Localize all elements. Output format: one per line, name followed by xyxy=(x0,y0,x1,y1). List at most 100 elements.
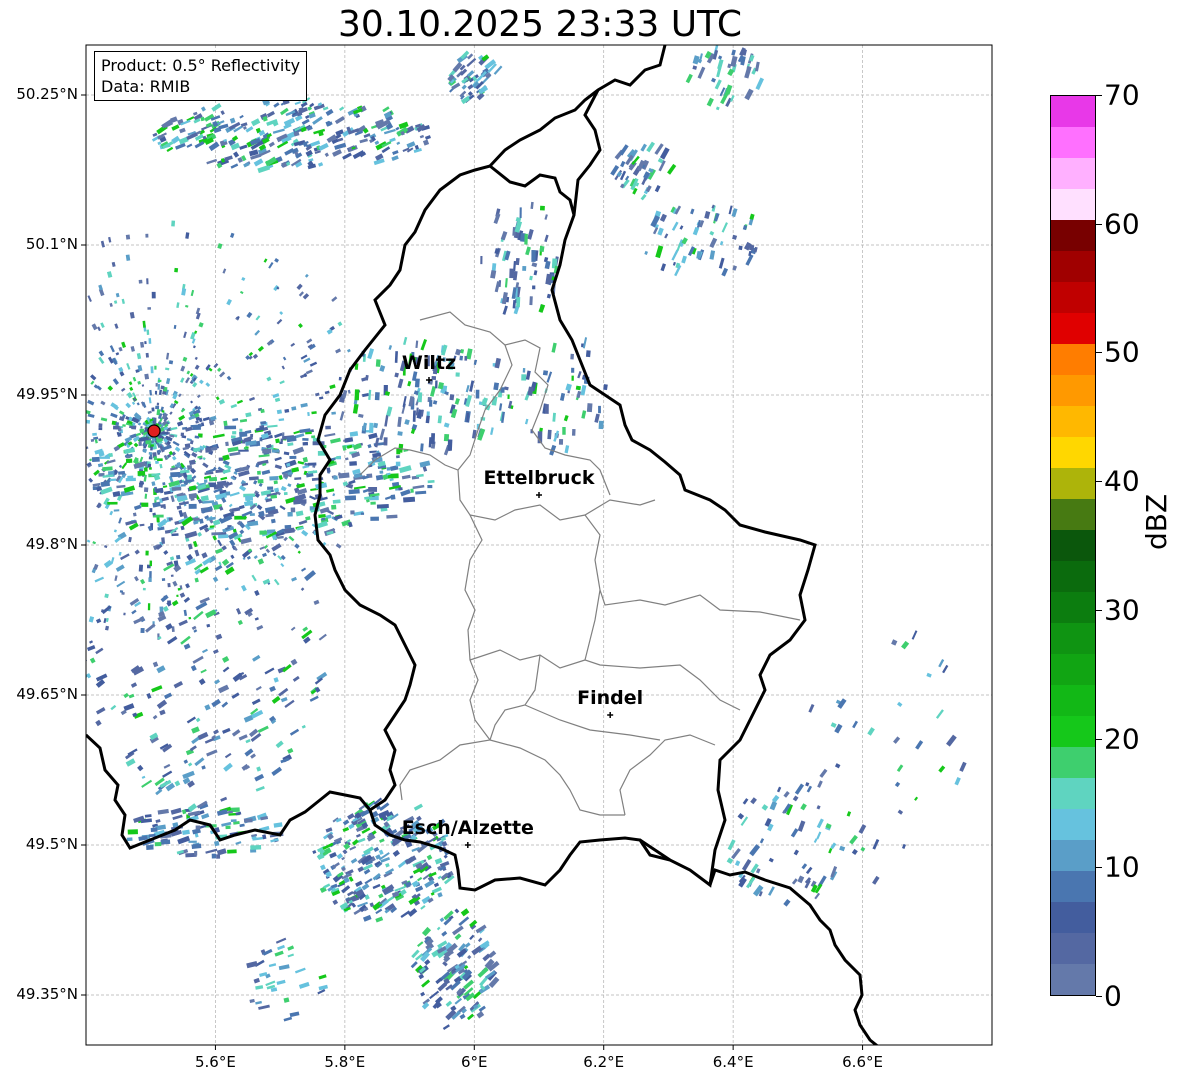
echo-cell xyxy=(160,504,166,509)
echo-cell xyxy=(144,341,147,345)
product-label: Product: 0.5° Reflectivity xyxy=(101,56,301,75)
echo-cell xyxy=(459,355,464,361)
echo-cell xyxy=(294,477,302,480)
echo-cell xyxy=(370,516,379,521)
colorbar-segment xyxy=(1051,406,1095,437)
echo-cell xyxy=(218,457,224,461)
echo-cell xyxy=(119,590,124,593)
lat-tick-label: 49.5°N xyxy=(25,835,78,853)
echo-cell xyxy=(449,394,455,401)
echo-cell xyxy=(542,370,549,376)
echo-cell xyxy=(146,329,150,335)
data-source-label: Data: RMIB xyxy=(101,77,191,96)
colorbar-segment xyxy=(1051,561,1095,592)
colorbar xyxy=(1050,95,1096,996)
echo-cell xyxy=(338,376,342,381)
echo-cell xyxy=(539,245,545,253)
echo-cell xyxy=(431,375,437,380)
echo-cell xyxy=(147,307,152,310)
echo-cell xyxy=(283,492,288,496)
echo-cell xyxy=(154,390,158,395)
colorbar-tick xyxy=(1096,481,1102,483)
city-label: Ettelbruck xyxy=(483,467,595,489)
echo-cell xyxy=(157,458,163,462)
echo-cell xyxy=(125,458,133,464)
echo-cell xyxy=(516,296,521,308)
colorbar-segment xyxy=(1051,871,1095,902)
echo-cell xyxy=(403,496,416,503)
colorbar-segment xyxy=(1051,933,1095,964)
colorbar-tick-label: 10 xyxy=(1104,850,1140,884)
colorbar-segment xyxy=(1051,778,1095,809)
echo-cell xyxy=(75,488,82,491)
echo-cell xyxy=(239,431,248,438)
colorbar-tick xyxy=(1096,95,1102,96)
echo-cell xyxy=(98,438,102,442)
echo-cell xyxy=(99,456,110,459)
echo-cell xyxy=(435,380,438,389)
echo-cell xyxy=(148,577,152,582)
lat-tick-label: 50.1°N xyxy=(25,235,78,253)
echo-cell xyxy=(225,825,231,830)
echo-cell xyxy=(447,439,453,451)
echo-cell xyxy=(160,385,165,390)
echo-cell xyxy=(143,487,149,493)
echo-cell xyxy=(170,574,174,577)
echo-cell xyxy=(171,220,176,227)
echo-cell xyxy=(203,479,208,483)
colorbar-segment xyxy=(1051,437,1095,468)
colorbar-segment xyxy=(1051,313,1095,344)
echo-cell xyxy=(531,250,536,262)
echo-cell xyxy=(227,849,237,854)
echo-cell xyxy=(177,587,181,591)
echo-cell xyxy=(160,839,171,845)
lon-tick-label: 6°E xyxy=(461,1053,488,1071)
echo-cell xyxy=(148,451,153,455)
echo-cell xyxy=(521,374,527,381)
colorbar-tick xyxy=(1096,223,1102,225)
echo-cell xyxy=(426,411,430,417)
echo-cell xyxy=(141,502,149,507)
echo-cell xyxy=(369,422,374,433)
echo-cell xyxy=(333,475,338,480)
echo-cell xyxy=(98,423,103,428)
echo-cell xyxy=(475,389,480,399)
echo-cell xyxy=(150,366,154,374)
echo-cell xyxy=(138,564,144,572)
colorbar-tick-label: 0 xyxy=(1104,979,1122,1013)
info-box: Product: 0.5° Reflectivity Data: RMIB xyxy=(94,51,308,101)
echo-cell xyxy=(145,440,152,445)
echo-cell xyxy=(107,501,118,505)
echo-cell xyxy=(354,389,360,401)
echo-cell xyxy=(368,487,378,492)
colorbar-segment xyxy=(1051,220,1095,251)
echo-cell xyxy=(146,844,154,851)
echo-cell xyxy=(156,402,160,406)
lon-tick-label: 5.8°E xyxy=(324,1053,366,1071)
lon-tick-label: 5.6°E xyxy=(195,1053,236,1071)
colorbar-tick-label: 20 xyxy=(1104,722,1140,756)
echo-cell xyxy=(464,356,468,361)
colorbar-segment xyxy=(1051,189,1095,220)
echo-cell xyxy=(78,491,82,496)
echo-cell xyxy=(262,448,272,454)
colorbar-tick-label: 50 xyxy=(1104,335,1140,369)
echo-cell xyxy=(194,435,200,439)
echo-cell xyxy=(417,392,423,403)
echo-cell xyxy=(395,455,400,459)
echo-cell xyxy=(524,233,528,245)
echo-cell xyxy=(398,487,403,491)
colorbar-segment xyxy=(1051,282,1095,313)
echo-cell xyxy=(139,428,145,432)
echo-cell xyxy=(113,509,120,512)
echo-cell xyxy=(194,850,198,856)
colorbar-segment xyxy=(1051,902,1095,933)
echo-cell xyxy=(349,461,357,466)
echo-cell xyxy=(259,530,267,535)
echo-cell xyxy=(325,425,331,430)
echo-cell xyxy=(257,479,264,484)
echo-cell xyxy=(414,378,420,388)
echo-cell xyxy=(123,612,126,616)
echo-cell xyxy=(145,550,149,556)
echo-cell xyxy=(115,421,120,426)
